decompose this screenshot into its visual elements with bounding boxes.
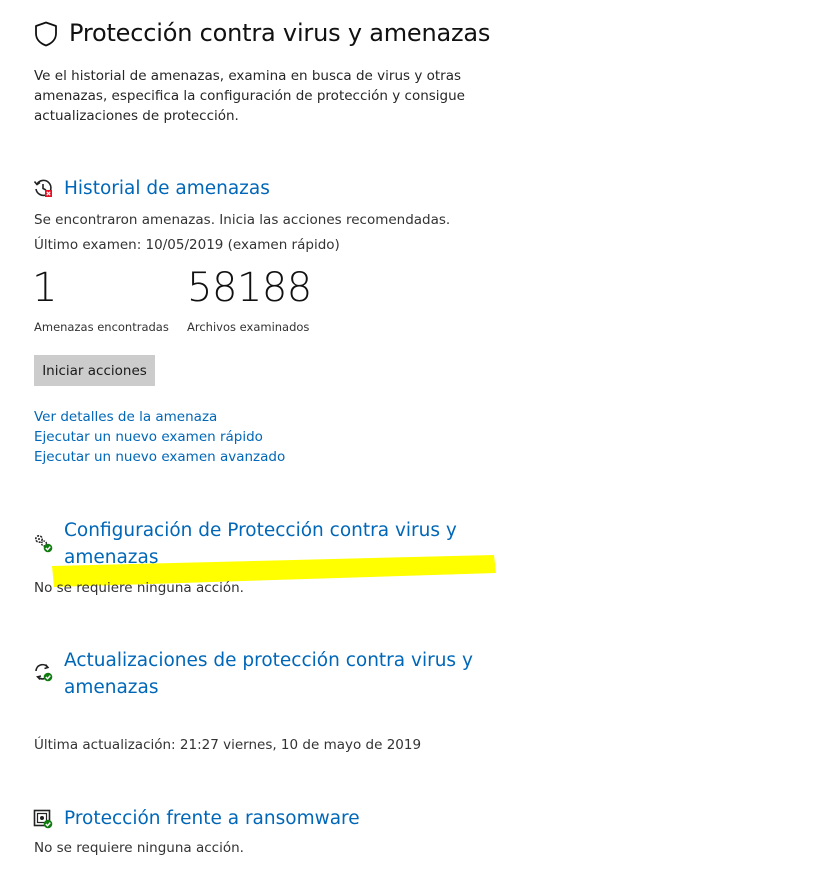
ransomware-protection-title[interactable]: Protección frente a ransomware: [64, 805, 360, 832]
quick-scan-link[interactable]: Ejecutar un nuevo examen rápido: [34, 429, 263, 445]
ransomware-protection-icon: [33, 809, 53, 829]
threat-history-icon: [33, 179, 52, 197]
protection-updates-icon: [35, 663, 53, 682]
threat-history-title[interactable]: Historial de amenazas: [64, 175, 270, 202]
start-actions-button[interactable]: Iniciar acciones: [34, 355, 155, 386]
protection-updates-title[interactable]: Actualizaciones de protección contra vir…: [64, 647, 473, 701]
threats-found-count: 1: [32, 265, 57, 311]
protection-updates-title-line1: Actualizaciones de protección contra vir…: [64, 650, 473, 671]
protection-settings-title-line1: Configuración de Protección contra virus…: [64, 520, 457, 541]
view-threat-details-link[interactable]: Ver detalles de la amenaza: [34, 409, 217, 425]
protection-updates-title-line2: amenazas: [64, 677, 159, 698]
threats-found-label: Amenazas encontradas: [34, 320, 169, 334]
settings-gears-icon: [34, 534, 53, 553]
ransomware-status: No se requiere ninguna acción.: [34, 840, 244, 856]
last-update-text: Última actualización: 21:27 viernes, 10 …: [34, 737, 422, 753]
last-scan-text: Último examen: 10/05/2019 (examen rápido…: [34, 237, 340, 253]
protection-settings-title-line2: amenazas: [64, 547, 159, 568]
page-title: Protección contra virus y amenazas: [69, 19, 491, 47]
settings-status: No se requiere ninguna acción.: [34, 580, 244, 596]
protection-settings-title[interactable]: Configuración de Protección contra virus…: [64, 517, 457, 571]
threat-history-status: Se encontraron amenazas. Inicia las acci…: [34, 212, 451, 228]
advanced-scan-link[interactable]: Ejecutar un nuevo examen avanzado: [34, 449, 285, 465]
files-scanned-label: Archivos examinados: [187, 320, 310, 334]
page-description: Ve el historial de amenazas, examina en …: [34, 68, 465, 124]
shield-icon: [35, 21, 57, 47]
files-scanned-count: 58188: [187, 265, 312, 311]
